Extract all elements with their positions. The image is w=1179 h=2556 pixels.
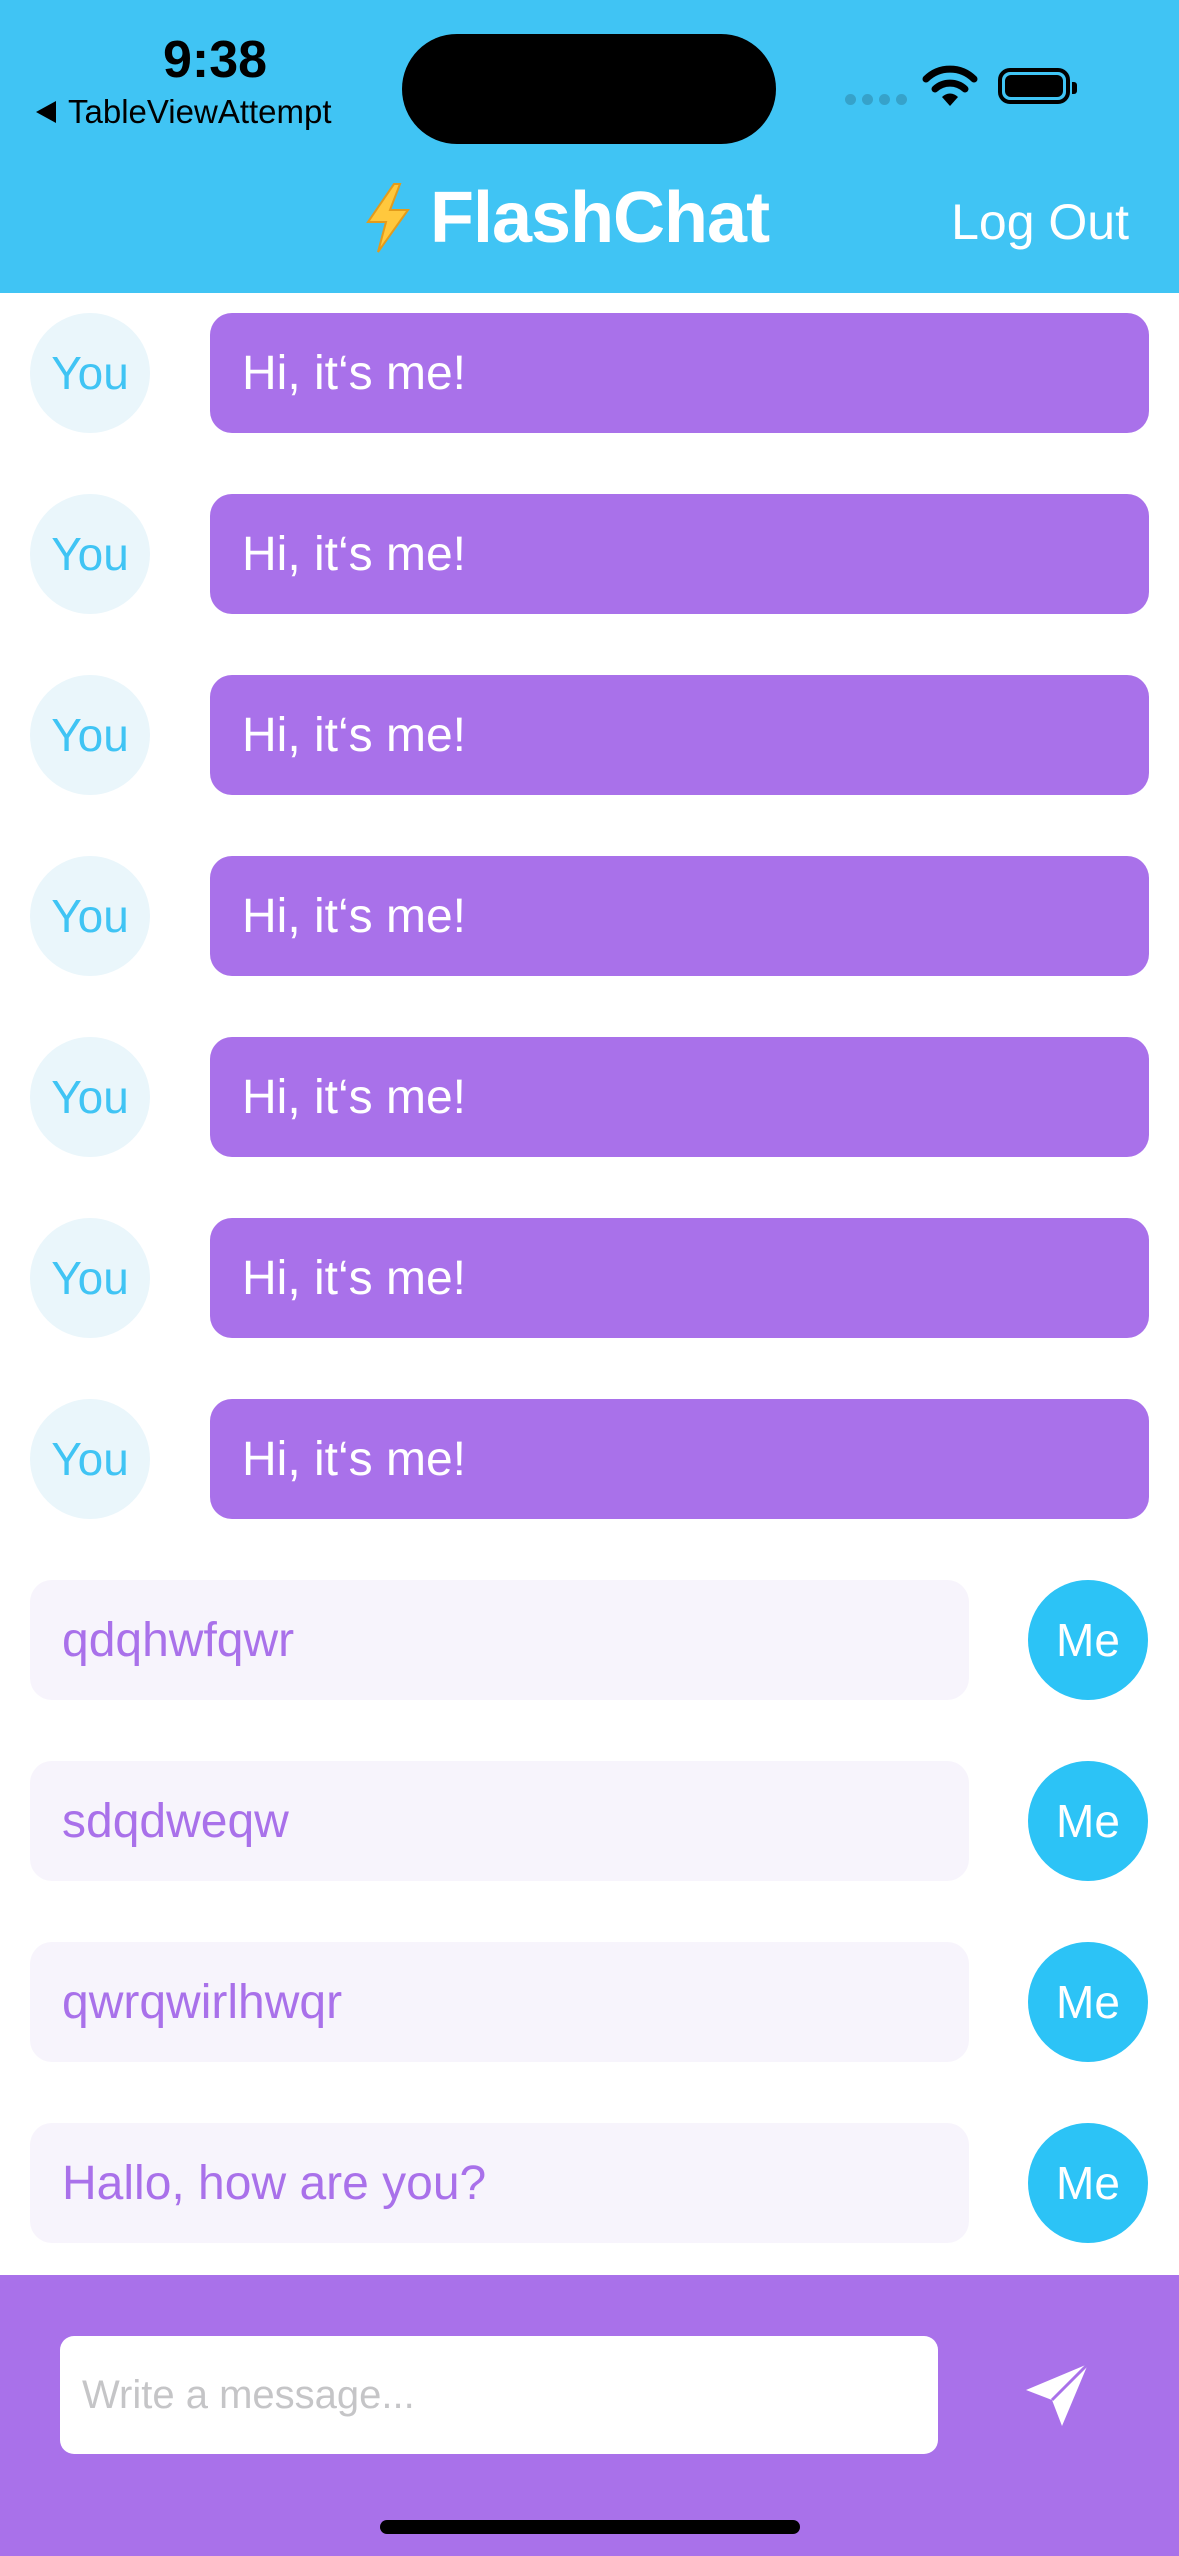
message-bubble: Hi, it‘s me! — [210, 856, 1149, 976]
sender-avatar: You — [30, 675, 150, 795]
battery-icon — [998, 68, 1077, 104]
sender-avatar: You — [30, 856, 150, 976]
message-row: You Hi, it‘s me! — [0, 856, 1179, 976]
message-bubble: Hi, it‘s me! — [210, 494, 1149, 614]
logout-button[interactable]: Log Out — [951, 193, 1129, 251]
message-bubble: Hallo, how are you? — [30, 2123, 969, 2243]
sender-avatar: Me — [1028, 2123, 1148, 2243]
sender-avatar: You — [30, 1037, 150, 1157]
wifi-icon — [922, 65, 978, 106]
message-row: You Hi, it‘s me! — [0, 1037, 1179, 1157]
sender-avatar: You — [30, 494, 150, 614]
dynamic-island — [402, 34, 776, 144]
paperplane-icon — [1026, 2362, 1090, 2426]
app-title-text: FlashChat — [430, 178, 770, 258]
sender-avatar: You — [30, 1399, 150, 1519]
message-bubble: Hi, it‘s me! — [210, 313, 1149, 433]
message-bubble: Hi, it‘s me! — [210, 1399, 1149, 1519]
message-row: qwrqwirlhwqr Me — [0, 1942, 1179, 2062]
sender-avatar: Me — [1028, 1580, 1148, 1700]
back-triangle-icon — [36, 101, 56, 123]
message-bubble: Hi, it‘s me! — [210, 1218, 1149, 1338]
message-composer — [0, 2275, 1179, 2556]
app-title: FlashChat — [360, 178, 770, 258]
message-row: You Hi, it‘s me! — [0, 1218, 1179, 1338]
sender-avatar: You — [30, 1218, 150, 1338]
message-input[interactable] — [60, 2336, 938, 2454]
sender-avatar: Me — [1028, 1942, 1148, 2062]
cellular-signal-icon — [845, 94, 907, 105]
back-app-label: TableViewAttempt — [68, 93, 332, 130]
message-row: You Hi, it‘s me! — [0, 675, 1179, 795]
message-bubble: qdqhwfqwr — [30, 1580, 969, 1700]
send-button[interactable] — [1022, 2360, 1092, 2430]
message-bubble: qwrqwirlhwqr — [30, 1942, 969, 2062]
message-row: You Hi, it‘s me! — [0, 1399, 1179, 1519]
message-bubble: Hi, it‘s me! — [210, 675, 1149, 795]
message-row: You Hi, it‘s me! — [0, 313, 1179, 433]
message-row: Hallo, how are you? Me — [0, 2123, 1179, 2243]
lightning-bolt-icon — [366, 183, 410, 253]
message-row: sdqdweqw Me — [0, 1761, 1179, 1881]
navigation-bar: 9:38 TableViewAttempt FlashChat Log Out — [0, 0, 1179, 293]
status-time: 9:38 — [162, 31, 268, 89]
sender-avatar: Me — [1028, 1761, 1148, 1881]
home-indicator[interactable] — [380, 2520, 800, 2534]
back-to-app-button[interactable]: TableViewAttempt — [36, 92, 332, 132]
message-bubble: sdqdweqw — [30, 1761, 969, 1881]
message-bubble: Hi, it‘s me! — [210, 1037, 1149, 1157]
message-row: qdqhwfqwr Me — [0, 1580, 1179, 1700]
sender-avatar: You — [30, 313, 150, 433]
message-row: You Hi, it‘s me! — [0, 494, 1179, 614]
